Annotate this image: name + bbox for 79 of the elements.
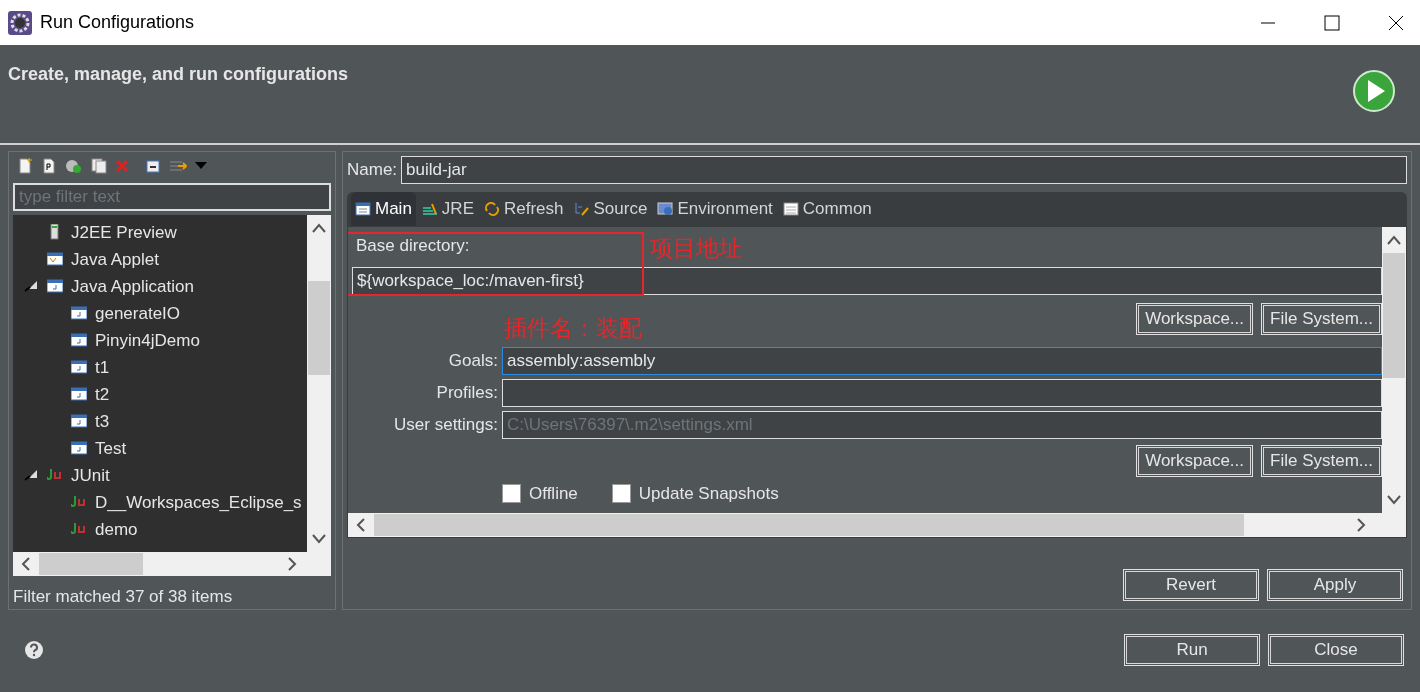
refresh-icon <box>484 201 500 217</box>
checkbox-label: Update Snapshots <box>638 482 779 505</box>
scrollbar-thumb[interactable] <box>308 280 330 375</box>
scrollbar-thumb[interactable] <box>1383 253 1405 378</box>
java-window-icon <box>71 305 87 322</box>
tree-item[interactable]: demo <box>95 516 138 543</box>
checkbox[interactable] <box>611 483 631 503</box>
scroll-right-icon[interactable] <box>1356 518 1366 532</box>
tree-item[interactable]: generateIO <box>95 300 181 327</box>
gear-icon <box>8 10 32 35</box>
field-label: Profiles: <box>435 381 498 404</box>
java-window-icon <box>71 413 87 430</box>
field-label: Goals: <box>447 349 498 372</box>
annotation-text: 插件名：装配 <box>504 314 642 343</box>
tab[interactable]: Main <box>351 192 416 226</box>
scroll-down-icon[interactable] <box>1387 495 1401 505</box>
tab[interactable]: Source <box>569 192 652 226</box>
tree-item[interactable]: t3 <box>95 408 110 435</box>
input-field[interactable]: assembly:assembly <box>502 346 1382 375</box>
tree-item[interactable]: t1 <box>95 354 110 381</box>
tree-item[interactable]: JUnit <box>71 462 110 489</box>
field-label: User settings: <box>393 413 498 436</box>
environment-icon <box>657 201 674 217</box>
scroll-down-icon[interactable] <box>312 533 326 544</box>
tab[interactable]: Environment <box>653 192 777 226</box>
scrollbar-thumb[interactable] <box>374 514 1244 536</box>
workspace-button[interactable]: Workspace... <box>1136 302 1254 335</box>
tree-item[interactable]: t2 <box>95 381 110 408</box>
run-icon <box>1352 69 1396 113</box>
maximize-icon[interactable] <box>1324 14 1340 31</box>
help-icon[interactable] <box>24 640 44 660</box>
run-button[interactable]: Run <box>1124 634 1260 666</box>
tree-item[interactable]: Test <box>95 435 127 462</box>
name-label: Name: <box>347 159 398 182</box>
tree-item[interactable]: Pinyin4jDemo <box>95 327 200 354</box>
scroll-up-icon[interactable] <box>1387 235 1401 245</box>
tree-item[interactable]: Java Application <box>71 273 194 300</box>
tab[interactable]: JRE <box>417 192 478 226</box>
scroll-right-icon[interactable] <box>287 556 297 571</box>
tree-item[interactable]: Java Applet <box>71 246 159 273</box>
revert-button[interactable]: Revert <box>1123 569 1259 601</box>
workspace-button[interactable]: Workspace... <box>1136 444 1254 477</box>
scrollbar-thumb[interactable] <box>39 552 143 575</box>
java-window-icon <box>71 440 87 457</box>
base-directory-field[interactable]: ${workspace_loc:/maven-first} <box>352 266 1382 295</box>
applet-window-icon <box>47 251 63 268</box>
tree-item[interactable]: D__Workspaces_Eclipse_s <box>95 489 302 516</box>
scroll-up-icon[interactable] <box>312 222 326 233</box>
file-system-button[interactable]: File System... <box>1261 444 1382 477</box>
status-text: Filter matched 37 of 38 items <box>12 585 234 608</box>
dropdown-icon[interactable] <box>195 161 207 170</box>
checkbox[interactable] <box>502 483 521 503</box>
java-window-icon <box>71 359 87 376</box>
scroll-left-icon[interactable] <box>356 518 366 532</box>
tab[interactable]: Refresh <box>480 192 568 226</box>
input-field[interactable] <box>502 378 1382 407</box>
java-window-icon <box>71 332 87 349</box>
window-title: Run Configurations <box>40 11 195 34</box>
duplicate-icon[interactable] <box>91 157 107 174</box>
scroll-left-icon[interactable] <box>21 556 31 571</box>
close-icon[interactable] <box>1388 14 1404 31</box>
list-icon <box>782 201 799 217</box>
java-window-icon <box>47 278 63 295</box>
file-system-button[interactable]: File System... <box>1261 302 1382 335</box>
tree-item[interactable]: J2EE Preview <box>71 219 177 246</box>
new-file-icon[interactable] <box>17 157 33 174</box>
annotation-text: 项目地址 <box>650 234 742 263</box>
library-icon <box>421 201 438 217</box>
window-icon <box>355 201 371 217</box>
name-field[interactable]: build-jar <box>401 156 1407 184</box>
header-title: Create, manage, and run configurations <box>8 63 349 86</box>
tab[interactable]: Common <box>778 192 876 226</box>
apply-button[interactable]: Apply <box>1267 569 1403 601</box>
close-button[interactable]: Close <box>1268 634 1404 666</box>
source-tree-icon <box>573 201 590 217</box>
collapse-all-icon[interactable] <box>145 157 161 174</box>
java-window-icon <box>71 386 87 403</box>
field-label: Base directory: <box>355 235 470 257</box>
checkbox-label: Offline <box>529 482 578 505</box>
